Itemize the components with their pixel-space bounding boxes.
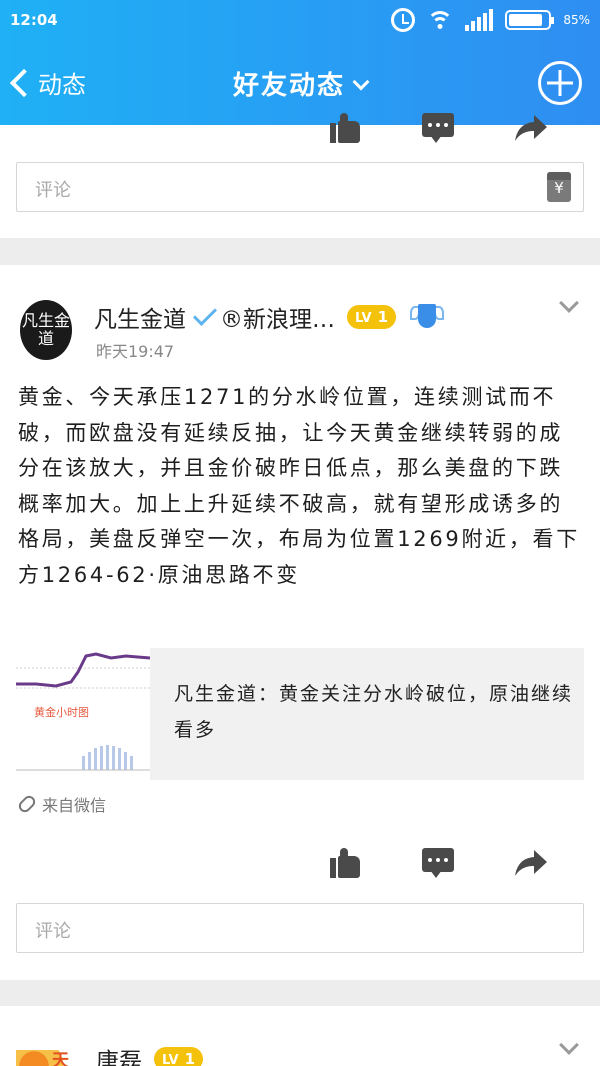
alarm-icon [391,8,416,32]
verified-icon [192,301,218,327]
top-bar: 12:04 85% 动态 好友动态 [0,0,600,125]
previous-post-actions [330,113,547,143]
level-number: 1 [377,308,388,326]
author-row: 唐磊 LV 1 [96,1042,203,1066]
previous-post-card: 评论 ¥ [0,113,600,238]
avatar-text: 凡生金道 [21,311,70,348]
page-title: 好友动态 [232,71,345,101]
post-time: 昨天19:47 [96,342,175,361]
signal-icon [465,9,494,31]
red-packet-icon[interactable]: ¥ [547,172,571,202]
share-button[interactable] [514,848,547,878]
source-label: 来自微信 [16,792,107,816]
vip-crest-icon [410,302,444,332]
comment-button[interactable] [422,848,454,878]
page-title-dropdown[interactable]: 好友动态 [0,65,600,102]
comment-placeholder: 评论 [35,921,71,942]
source-text: 来自微信 [42,796,107,815]
author-suffix: ®新浪理… [220,307,335,333]
level-number: 1 [184,1050,195,1066]
comment-placeholder: 评论 [35,180,71,201]
author-name[interactable]: 凡生金道 [94,300,186,334]
avatar[interactable]: 凡生金道 [20,300,72,360]
status-time: 12:04 [10,11,58,29]
battery-icon [505,10,555,30]
avatar[interactable]: 天 [16,1040,80,1066]
wifi-icon [427,9,454,31]
shared-title: 凡生金道：黄金关注分水岭破位，原油继续看多 [174,683,574,741]
chevron-down-icon [352,73,370,91]
shared-link-card[interactable]: 黄金小时图 凡生金道：黄金关注分水岭破位，原油继续看多 [16,648,584,780]
comment-input[interactable]: 评论 [16,903,584,953]
like-button[interactable] [330,113,362,143]
next-post-card [0,1006,600,1066]
battery-percent: 85% [563,13,590,27]
like-button[interactable] [330,848,362,878]
author-name[interactable]: 唐磊 [96,1042,142,1066]
link-icon [16,793,38,815]
level-text: LV [355,311,372,326]
comment-input[interactable]: 评论 ¥ [16,162,584,212]
comment-button[interactable] [422,113,454,143]
post-content: 黄金、今天承压1271的分水岭位置，连续测试而不破，而欧盘没有延续反抽，让今天黄… [18,385,580,587]
avatar-text: 天 [52,1051,69,1066]
author-row: 凡生金道 ®新浪理… LV 1 [94,300,444,334]
level-badge: LV 1 [347,305,396,329]
thumbnail-label: 黄金小时图 [34,706,89,719]
share-button[interactable] [514,113,547,143]
nav-bar: 动态 好友动态 [0,45,600,120]
level-text: LV [162,1053,179,1066]
post-actions [330,848,547,878]
add-button[interactable] [538,61,582,105]
level-badge: LV 1 [154,1047,203,1066]
status-bar: 12:04 85% [0,0,600,40]
shared-thumbnail: 黄金小时图 [16,648,150,780]
